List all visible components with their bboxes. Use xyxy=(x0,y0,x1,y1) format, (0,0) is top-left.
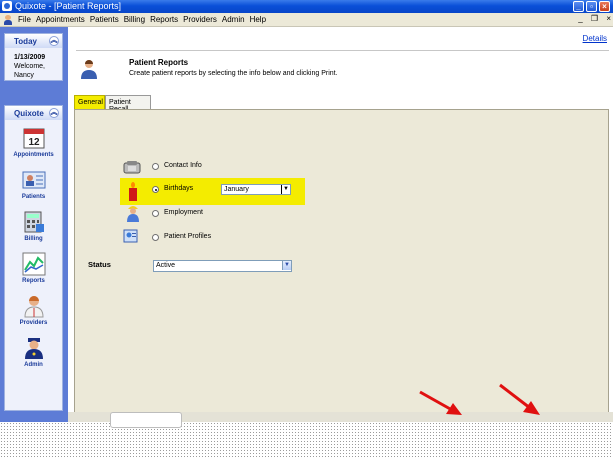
red-arrow-icon xyxy=(499,383,540,415)
annotation-arrows xyxy=(419,383,540,415)
red-arrow-icon xyxy=(419,390,462,415)
